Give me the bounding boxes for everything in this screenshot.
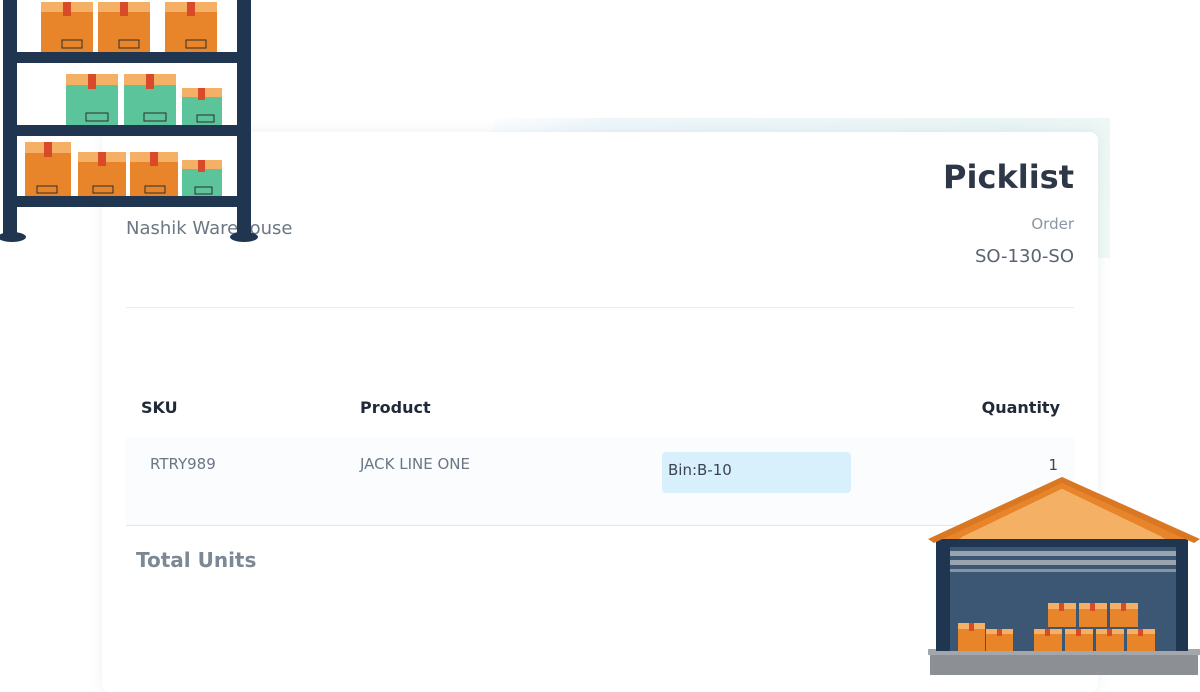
warehouse-shelf-icon [0,0,258,242]
bin-badge: Bin:B-10 [662,452,851,493]
header-divider [126,307,1074,308]
row-quantity: 1 [1048,456,1058,474]
column-header-sku: SKU [141,398,178,417]
total-units-label: Total Units [136,548,257,572]
column-header-product: Product [360,398,431,417]
order-label: Order [1031,215,1074,233]
warehouse-building-icon [928,477,1200,675]
row-product: JACK LINE ONE [360,455,470,473]
order-number: SO-130-SO [974,246,1074,267]
column-header-quantity: Quantity [981,398,1060,417]
row-sku: RTRY989 [150,455,216,473]
page-title: Picklist [943,158,1074,196]
